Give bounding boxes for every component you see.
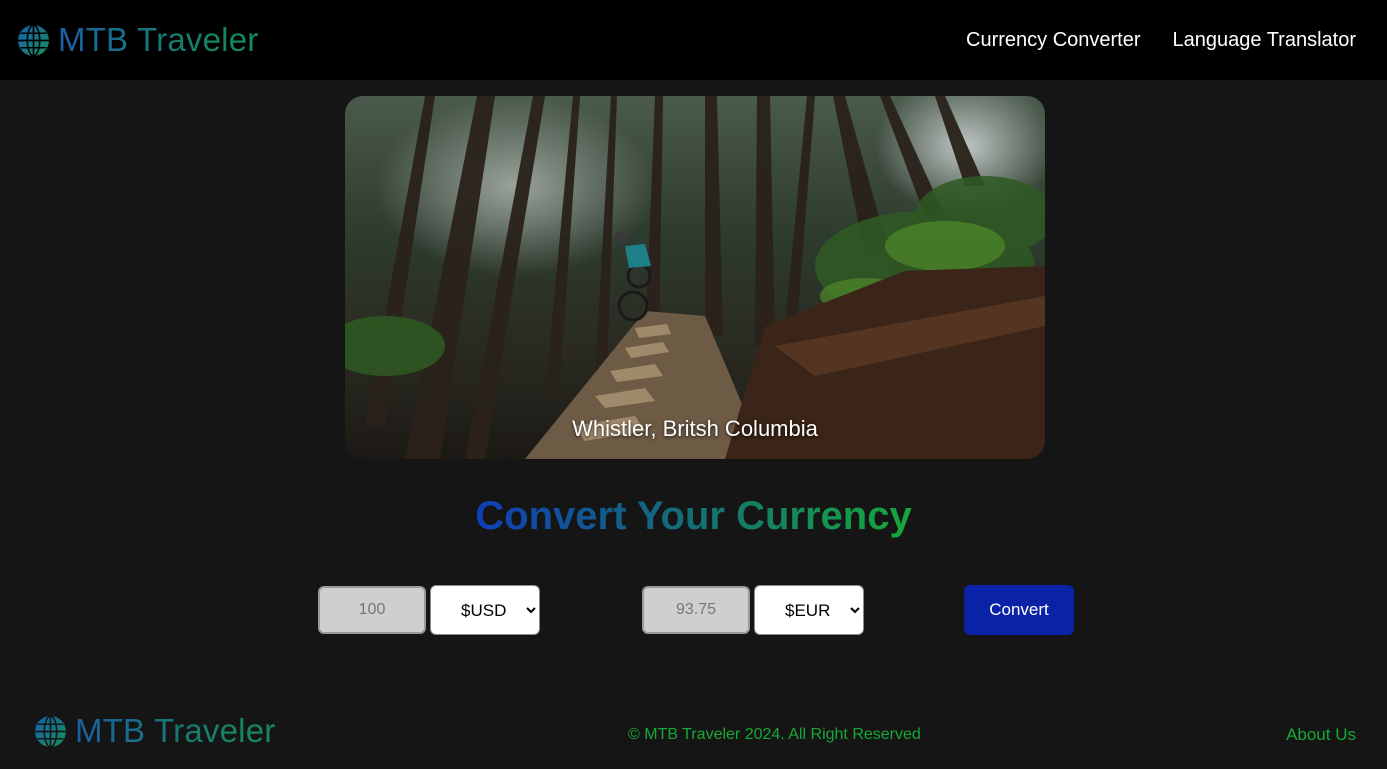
footer-brand-name: MTB Traveler xyxy=(75,712,276,749)
hero-photo xyxy=(345,96,1045,459)
convert-button[interactable]: Convert xyxy=(964,585,1074,635)
hero-caption: Whistler, Britsh Columbia xyxy=(572,416,818,441)
converter-title: Convert Your Currency xyxy=(0,492,1387,540)
nav-currency-converter[interactable]: Currency Converter xyxy=(966,28,1141,52)
about-us-link[interactable]: About Us xyxy=(1286,724,1356,746)
globe-icon xyxy=(35,714,66,748)
top-navbar: MTB Traveler Currency Converter Language… xyxy=(0,0,1387,80)
footer-brand-logo[interactable]: MTB Traveler xyxy=(34,713,275,749)
copyright-text: © MTB Traveler 2024. All Right Reserved xyxy=(628,726,921,743)
converter-title-text: Convert Your Currency xyxy=(475,494,912,538)
from-currency-select[interactable]: $USD xyxy=(430,585,540,635)
hero-image: Whistler, Britsh Columbia xyxy=(345,96,1045,459)
from-amount-input[interactable] xyxy=(318,586,426,634)
globe-icon xyxy=(18,23,49,57)
brand-name: MTB Traveler xyxy=(58,21,259,58)
rider xyxy=(614,231,652,322)
nav-language-translator[interactable]: Language Translator xyxy=(1173,28,1356,52)
main-nav: Currency Converter Language Translator xyxy=(966,28,1356,52)
to-amount-input[interactable] xyxy=(642,586,750,634)
to-currency-select[interactable]: $EUR xyxy=(754,585,864,635)
brand-logo[interactable]: MTB Traveler xyxy=(17,22,258,58)
